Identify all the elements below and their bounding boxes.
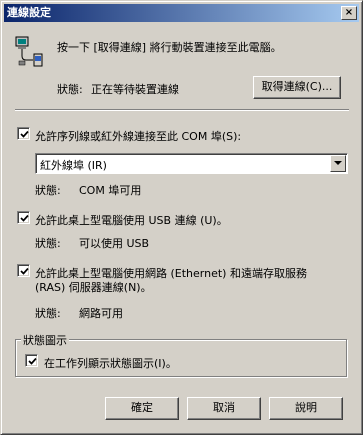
dropdown-button[interactable] bbox=[330, 155, 346, 172]
device-connection-icon bbox=[15, 36, 49, 70]
separator bbox=[15, 109, 349, 111]
get-connected-button[interactable]: 取得連線(C)... bbox=[253, 76, 341, 99]
chevron-down-icon bbox=[334, 161, 342, 165]
checkmark-icon bbox=[20, 267, 29, 275]
checkmark-icon bbox=[20, 130, 29, 138]
serial-status-label: 狀態: bbox=[35, 184, 61, 197]
network-status-label: 狀態: bbox=[35, 307, 61, 320]
cancel-button[interactable]: 取消 bbox=[187, 397, 261, 420]
help-button[interactable]: 說明 bbox=[269, 397, 343, 420]
usb-status-label: 狀態: bbox=[35, 237, 61, 250]
usb-status-value: 可以使用 USB bbox=[79, 237, 150, 250]
connect-description: 按一下 [取得連線] 將行動裝置連接至此電腦。 bbox=[57, 41, 282, 54]
window-title: 連線設定 bbox=[7, 6, 51, 19]
serial-checkbox[interactable] bbox=[17, 127, 30, 140]
usb-label[interactable]: 允許此桌上型電腦使用 USB 連線 (U)。 bbox=[35, 212, 228, 228]
network-label-line2[interactable]: (RAS) 伺服器連線(N)。 bbox=[35, 279, 152, 295]
ok-button[interactable]: 確定 bbox=[105, 397, 179, 420]
checkmark-icon bbox=[20, 214, 29, 222]
close-icon: × bbox=[344, 7, 354, 18]
com-port-selected: 紅外線埠 (IR) bbox=[40, 159, 107, 172]
network-status-value: 網路可用 bbox=[79, 307, 123, 320]
title-bar: 連線設定 × bbox=[4, 4, 359, 22]
serial-label[interactable]: 允許序列線或紅外線連接至此 COM 埠(S): bbox=[35, 128, 241, 144]
connection-settings-dialog: 連線設定 × 按一下 [取得連線] 將行動裝置連接至此電腦。 狀態: 正在等待裝… bbox=[0, 0, 363, 435]
usb-checkbox[interactable] bbox=[17, 211, 30, 224]
com-port-select[interactable]: 紅外線埠 (IR) bbox=[35, 153, 348, 174]
serial-status-value: COM 埠可用 bbox=[79, 184, 142, 197]
connect-status-value: 正在等待裝置連線 bbox=[91, 83, 179, 96]
connect-status-label: 狀態: bbox=[57, 83, 83, 96]
network-checkbox[interactable] bbox=[17, 264, 30, 277]
checkmark-icon bbox=[28, 357, 37, 365]
taskbar-icon-checkbox[interactable] bbox=[25, 354, 38, 367]
taskbar-icon-label[interactable]: 在工作列顯示狀態圖示(I)。 bbox=[44, 355, 177, 371]
close-button[interactable]: × bbox=[341, 6, 357, 20]
status-icon-group-legend: 狀態圖示 bbox=[21, 332, 69, 348]
